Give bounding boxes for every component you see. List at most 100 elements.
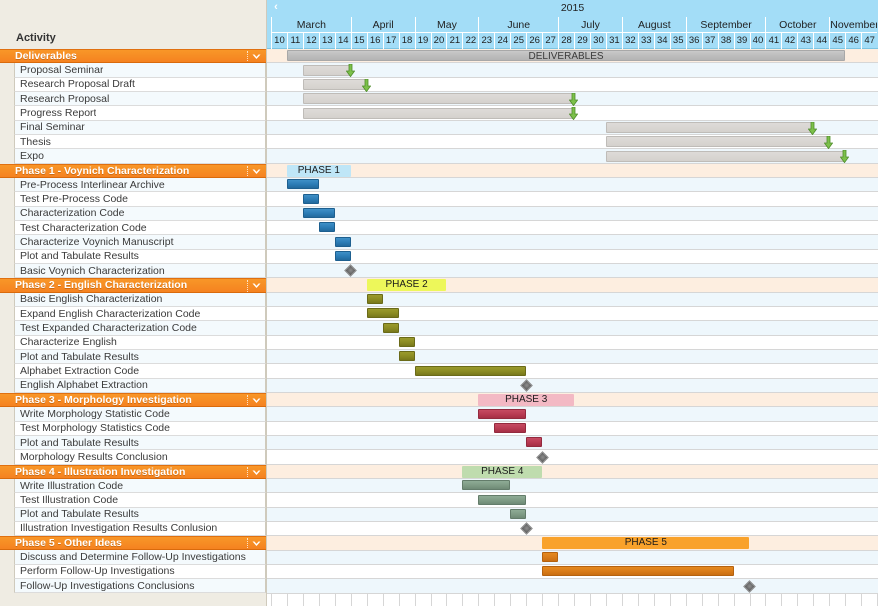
task-bar[interactable]	[478, 494, 527, 505]
task-bar[interactable]	[478, 408, 527, 419]
year-label: 2015	[560, 2, 585, 14]
gantt-task-row	[267, 364, 878, 379]
deliverable-bar[interactable]	[605, 150, 846, 162]
task-row[interactable]: Progress Report	[14, 106, 266, 121]
task-row[interactable]: Perform Follow-Up Investigations	[14, 564, 266, 580]
task-label: Basic English Characterization	[20, 293, 163, 306]
deliverable-bar[interactable]	[302, 93, 575, 105]
task-row[interactable]: Thesis	[14, 134, 266, 150]
task-row[interactable]: Plot and Tabulate Results	[14, 435, 266, 451]
deliverable-bar[interactable]	[605, 136, 830, 148]
task-row[interactable]: Discuss and Determine Follow-Up Investig…	[14, 550, 266, 565]
task-label: Morphology Results Conclusion	[20, 450, 168, 463]
phase-header-bar[interactable]: PHASE 4	[462, 465, 543, 478]
task-row[interactable]: Characterize Voynich Manuscript	[14, 235, 266, 250]
task-row[interactable]: Test Expanded Characterization Code	[14, 321, 266, 336]
chevron-down-icon[interactable]	[252, 466, 261, 478]
task-row[interactable]: Final Seminar	[14, 120, 266, 135]
task-row[interactable]: Test Illustration Code	[14, 493, 266, 508]
week-header-cell: 20	[430, 33, 447, 49]
task-bar[interactable]	[542, 552, 559, 563]
task-row[interactable]: Test Characterization Code	[14, 220, 266, 236]
task-bar[interactable]	[510, 509, 527, 520]
task-row[interactable]: Basic English Characterization	[14, 292, 266, 307]
task-label: Expo	[20, 149, 44, 162]
group-header-row[interactable]: Phase 3 - Morphology Investigation	[0, 392, 266, 408]
task-row[interactable]: Test Morphology Statistics Code	[14, 421, 266, 436]
task-bar[interactable]	[398, 337, 415, 348]
chevron-down-icon[interactable]	[252, 165, 261, 177]
task-row[interactable]: Plot and Tabulate Results	[14, 507, 266, 522]
group-header-row[interactable]: Phase 2 - English Characterization	[0, 278, 266, 293]
deliverable-bar[interactable]	[302, 64, 351, 76]
week-header-cell: 31	[605, 33, 622, 49]
task-row[interactable]: Write Illustration Code	[14, 478, 266, 494]
task-row[interactable]: Follow-Up Investigations Conclusions	[14, 579, 266, 594]
task-row[interactable]: Illustration Investigation Results Conlu…	[14, 521, 266, 537]
task-row[interactable]: Expand English Characterization Code	[14, 306, 266, 322]
task-row[interactable]: Research Proposal Draft	[14, 77, 266, 92]
task-row[interactable]: Plot and Tabulate Results	[14, 349, 266, 365]
task-row[interactable]: English Alphabet Extraction	[14, 378, 266, 393]
task-row[interactable]: Write Morphology Statistic Code	[14, 407, 266, 422]
task-bar[interactable]	[382, 322, 399, 333]
task-bar[interactable]	[398, 351, 415, 362]
task-bar[interactable]	[366, 308, 399, 319]
phase-header-bar[interactable]: PHASE 3	[478, 393, 575, 406]
week-header-cell: 18	[398, 33, 415, 49]
group-header-row[interactable]: Phase 4 - Illustration Investigation	[0, 464, 266, 479]
task-bar[interactable]	[462, 480, 511, 491]
deliverable-due-arrow-icon[interactable]	[569, 92, 579, 106]
deliverable-bar[interactable]	[302, 107, 575, 119]
phase-header-bar[interactable]: PHASE 1	[286, 164, 351, 177]
chevron-down-icon[interactable]	[252, 394, 261, 406]
task-row[interactable]: Proposal Seminar	[14, 63, 266, 78]
week-header-cell: 32	[621, 33, 638, 49]
task-row[interactable]: Test Pre-Process Code	[14, 192, 266, 207]
task-row[interactable]: Plot and Tabulate Results	[14, 249, 266, 264]
summary-bar[interactable]: DELIVERABLES	[286, 50, 846, 62]
deliverable-bar[interactable]	[302, 79, 367, 91]
week-header-cell: 34	[653, 33, 670, 49]
task-row[interactable]: Pre-Process Interlinear Archive	[14, 177, 266, 193]
task-bar[interactable]	[302, 208, 335, 219]
task-bar[interactable]	[318, 222, 335, 233]
deliverable-due-arrow-icon[interactable]	[361, 78, 371, 92]
group-header-row[interactable]: Deliverables	[0, 49, 266, 64]
task-row[interactable]: Alphabet Extraction Code	[14, 364, 266, 379]
deliverable-due-arrow-icon[interactable]	[569, 107, 579, 121]
task-row[interactable]: Expo	[14, 149, 266, 164]
chevron-down-icon[interactable]	[252, 50, 261, 62]
task-bar[interactable]	[542, 566, 734, 577]
task-bar[interactable]	[414, 365, 527, 376]
task-label: Research Proposal	[20, 92, 110, 105]
chevron-down-icon[interactable]	[252, 279, 261, 291]
task-bar[interactable]	[286, 179, 319, 190]
deliverable-due-arrow-icon[interactable]	[824, 135, 834, 149]
task-row[interactable]: Basic Voynich Characterization	[14, 263, 266, 279]
group-header-divider	[247, 165, 248, 177]
deliverable-due-arrow-icon[interactable]	[808, 121, 818, 135]
deliverable-due-arrow-icon[interactable]	[345, 64, 355, 78]
task-row[interactable]: Research Proposal	[14, 91, 266, 107]
deliverable-bar[interactable]	[605, 122, 814, 134]
task-label: Discuss and Determine Follow-Up Investig…	[20, 551, 246, 564]
task-row[interactable]: Characterization Code	[14, 206, 266, 221]
task-row[interactable]: Characterize English	[14, 335, 266, 350]
deliverable-due-arrow-icon[interactable]	[840, 150, 850, 164]
group-header-row[interactable]: Phase 5 - Other Ideas	[0, 536, 266, 551]
phase-header-bar[interactable]: PHASE 2	[366, 279, 447, 292]
task-label: Characterize Voynich Manuscript	[20, 235, 174, 248]
task-bar[interactable]	[334, 236, 351, 247]
phase-header-bar[interactable]: PHASE 5	[542, 537, 750, 550]
task-bar[interactable]	[526, 437, 543, 448]
week-header-cell: 27	[542, 33, 558, 49]
task-bar[interactable]	[494, 423, 527, 434]
task-bar[interactable]	[334, 251, 351, 262]
group-header-row[interactable]: Phase 1 - Voynich Characterization	[0, 163, 266, 178]
task-bar[interactable]	[366, 294, 383, 305]
task-bar[interactable]	[302, 193, 319, 204]
task-row[interactable]: Morphology Results Conclusion	[14, 450, 266, 465]
gantt-task-row	[267, 235, 878, 250]
chevron-down-icon[interactable]	[252, 537, 261, 549]
